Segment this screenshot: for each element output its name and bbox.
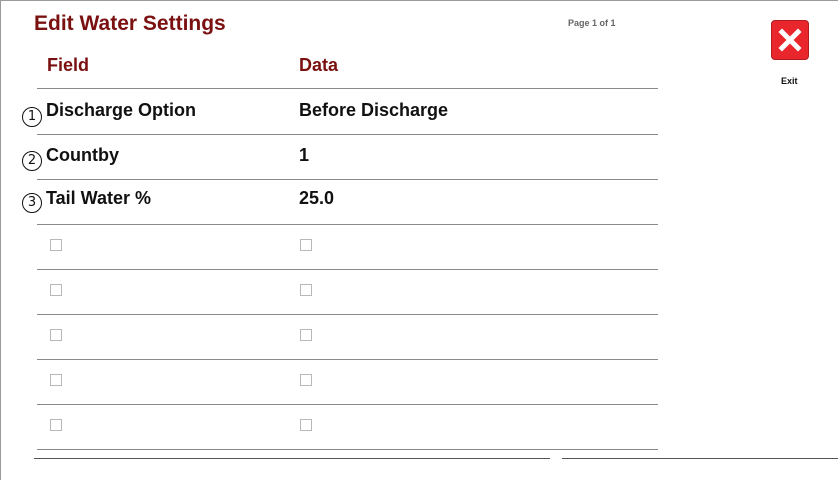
field-value[interactable]: Before Discharge — [299, 100, 448, 121]
settings-window: Edit Water Settings Page 1 of 1 Field Da… — [0, 0, 838, 480]
table-row[interactable]: 2 Countby 1 — [1, 135, 701, 180]
empty-row[interactable] — [1, 360, 701, 405]
footer-divider — [34, 458, 550, 459]
field-value[interactable]: 25.0 — [299, 188, 334, 209]
empty-field-placeholder — [50, 239, 62, 251]
field-label: Tail Water % — [46, 188, 152, 208]
field-value[interactable]: 1 — [299, 145, 309, 166]
empty-data-placeholder — [300, 419, 312, 431]
empty-data-placeholder — [300, 239, 312, 251]
column-header-field: Field — [47, 55, 90, 75]
empty-field-placeholder — [50, 329, 62, 341]
empty-row[interactable] — [1, 315, 701, 360]
page-indicator: Page 1 of 1 — [568, 18, 616, 28]
empty-data-placeholder — [300, 284, 312, 296]
empty-data-placeholder — [300, 329, 312, 341]
empty-field-placeholder — [50, 374, 62, 386]
exit-label: Exit — [781, 76, 798, 86]
table-row[interactable]: 1 Discharge Option Before Discharge — [1, 89, 701, 134]
empty-row[interactable] — [1, 225, 701, 270]
empty-field-placeholder — [50, 419, 62, 431]
close-icon — [778, 28, 802, 52]
empty-field-placeholder — [50, 284, 62, 296]
column-header-data: Data — [299, 55, 339, 75]
empty-row[interactable] — [1, 405, 701, 450]
empty-row[interactable] — [1, 270, 701, 315]
empty-data-placeholder — [300, 374, 312, 386]
exit-button[interactable] — [771, 20, 809, 60]
footer-divider — [562, 458, 838, 459]
table-row[interactable]: 3 Tail Water % 25.0 — [1, 180, 701, 225]
row-divider — [37, 449, 658, 450]
field-label: Countby — [46, 145, 119, 165]
row-number-badge: 3 — [22, 193, 42, 213]
row-number-badge: 1 — [22, 107, 42, 127]
row-number-badge: 2 — [22, 151, 42, 171]
field-label: Discharge Option — [46, 100, 197, 120]
page-title: Edit Water Settings — [34, 12, 226, 35]
